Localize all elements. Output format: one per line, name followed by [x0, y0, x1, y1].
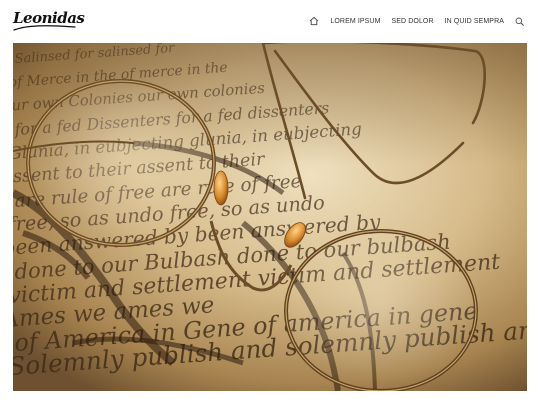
right-lens — [284, 229, 478, 391]
main-nav: LOREM IPSUM SED DOLOR IN QUID SEMPRA — [308, 14, 524, 28]
home-icon[interactable] — [308, 15, 320, 27]
nav-item-in-quid-sempra[interactable]: IN QUID SEMPRA — [445, 18, 504, 25]
nav-item-sed-dolor[interactable]: SED DOLOR — [392, 18, 434, 25]
nose-pad-left — [213, 170, 229, 206]
site-header: Leonidas LOREM IPSUM SED DOLOR IN QUID S… — [0, 0, 540, 42]
search-icon[interactable] — [514, 16, 524, 26]
left-lens — [26, 79, 216, 247]
site-logo[interactable]: Leonidas — [13, 10, 85, 32]
hero-image: Salinsed for salinsed for of Merce in the… — [13, 43, 527, 391]
nav-item-lorem-ipsum[interactable]: LOREM IPSUM — [330, 18, 380, 25]
hero-illustration: Salinsed for salinsed forof Merce in the… — [13, 43, 527, 391]
logo-underline-swash — [13, 25, 76, 31]
page: Leonidas LOREM IPSUM SED DOLOR IN QUID S… — [0, 0, 540, 405]
